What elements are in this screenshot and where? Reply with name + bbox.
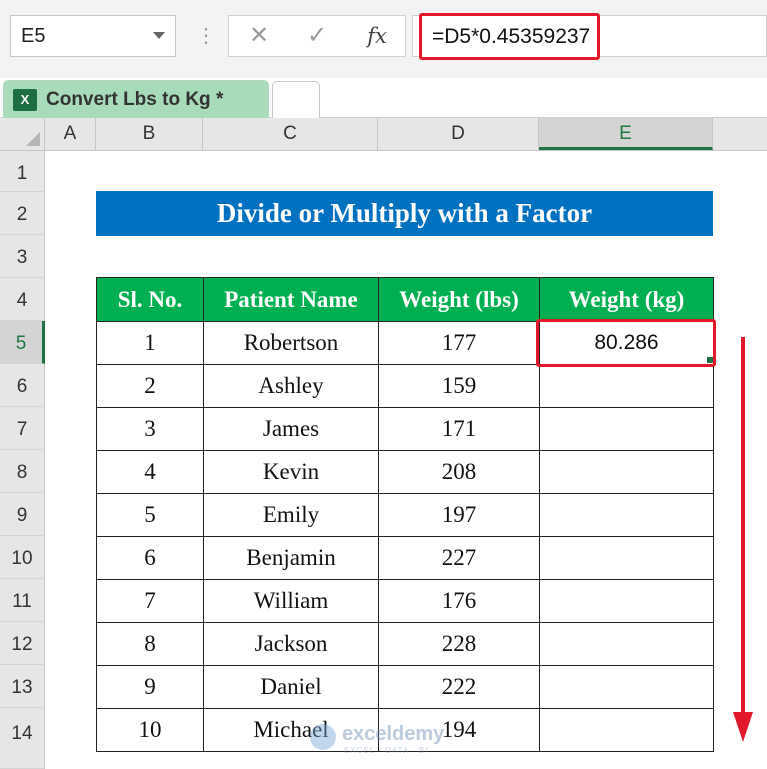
- cell-weight-kg[interactable]: [539, 536, 714, 580]
- cell-weight-lbs[interactable]: 208: [378, 450, 540, 494]
- table-row: 10 Michael 194: [96, 708, 714, 752]
- header-patient-name[interactable]: Patient Name: [203, 277, 379, 322]
- table-row: 6 Benjamin 227: [96, 536, 714, 580]
- cell-weight-kg[interactable]: [539, 364, 714, 408]
- cell-weight-kg[interactable]: [539, 622, 714, 666]
- row-header-14[interactable]: 14: [0, 708, 45, 769]
- tab-active-workbook[interactable]: X Convert Lbs to Kg *: [3, 80, 269, 118]
- row-header-2[interactable]: 2: [0, 192, 45, 235]
- column-header-c[interactable]: C: [203, 118, 378, 150]
- chevron-down-icon[interactable]: [153, 32, 165, 39]
- table-header-row: Sl. No. Patient Name Weight (lbs) Weight…: [96, 277, 714, 322]
- row-header-5[interactable]: 5: [0, 321, 45, 364]
- row-header-8[interactable]: 8: [0, 450, 45, 493]
- cell-weight-lbs[interactable]: 159: [378, 364, 540, 408]
- cell-weight-lbs[interactable]: 176: [378, 579, 540, 623]
- cell-patient-name[interactable]: James: [203, 407, 379, 451]
- column-header-b[interactable]: B: [96, 118, 203, 150]
- select-all-icon: [26, 132, 40, 146]
- name-box[interactable]: E5: [10, 15, 176, 57]
- table-row: 2 Ashley 159: [96, 364, 714, 408]
- cell-weight-kg[interactable]: [539, 407, 714, 451]
- cell-weight-lbs[interactable]: 228: [378, 622, 540, 666]
- new-tab-button[interactable]: [272, 81, 320, 118]
- table-row: 7 William 176: [96, 579, 714, 623]
- cell-patient-name[interactable]: Michael: [203, 708, 379, 752]
- row-header-7[interactable]: 7: [0, 407, 45, 450]
- column-header-a[interactable]: A: [45, 118, 96, 150]
- cancel-icon[interactable]: ✕: [239, 16, 279, 56]
- cell-patient-name[interactable]: Ashley: [203, 364, 379, 408]
- cell-sl-no[interactable]: 7: [96, 579, 204, 623]
- drag-handle-icon[interactable]: ⋮: [196, 22, 216, 50]
- table-row: 3 James 171: [96, 407, 714, 451]
- row-header-6[interactable]: 6: [0, 364, 45, 407]
- cell-patient-name[interactable]: Benjamin: [203, 536, 379, 580]
- cell-weight-lbs[interactable]: 197: [378, 493, 540, 537]
- table-row: 9 Daniel 222: [96, 665, 714, 709]
- table-row: 4 Kevin 208: [96, 450, 714, 494]
- cell-sl-no[interactable]: 3: [96, 407, 204, 451]
- row-header-13[interactable]: 13: [0, 665, 45, 708]
- header-weight-kg[interactable]: Weight (kg): [539, 277, 714, 322]
- select-all-button[interactable]: [0, 118, 45, 150]
- header-weight-lbs[interactable]: Weight (lbs): [378, 277, 540, 322]
- cell-sl-no[interactable]: 1: [96, 321, 204, 365]
- cell-weight-kg[interactable]: [539, 708, 714, 752]
- table-row: 8 Jackson 228: [96, 622, 714, 666]
- cell-patient-name[interactable]: Jackson: [203, 622, 379, 666]
- tab-label: Convert Lbs to Kg *: [46, 89, 224, 110]
- cell-patient-name[interactable]: Robertson: [203, 321, 379, 365]
- cell-weight-kg[interactable]: [539, 450, 714, 494]
- cell-weight-lbs[interactable]: 194: [378, 708, 540, 752]
- arrow-down-icon: [733, 712, 753, 742]
- enter-icon[interactable]: ✓: [297, 16, 337, 56]
- cell-sl-no[interactable]: 6: [96, 536, 204, 580]
- excel-icon: X: [13, 89, 37, 111]
- row-header-12[interactable]: 12: [0, 622, 45, 665]
- tab-strip: X Convert Lbs to Kg *: [0, 78, 767, 118]
- row-header-3[interactable]: 3: [0, 235, 45, 278]
- cell-patient-name[interactable]: William: [203, 579, 379, 623]
- row-header-1[interactable]: 1: [0, 151, 45, 192]
- cell-weight-kg[interactable]: [539, 493, 714, 537]
- formula-bar: E5 ⋮ ✕ ✓ fx =D5*0.45359237: [0, 0, 767, 78]
- name-box-value: E5: [21, 25, 46, 47]
- cell-sl-no[interactable]: 8: [96, 622, 204, 666]
- cell-sl-no[interactable]: 2: [96, 364, 204, 408]
- cell-sl-no[interactable]: 9: [96, 665, 204, 709]
- column-headers: A B C D E: [0, 118, 767, 151]
- header-sl-no[interactable]: Sl. No.: [96, 277, 204, 322]
- column-header-d[interactable]: D: [378, 118, 539, 150]
- column-header-e[interactable]: E: [539, 118, 713, 150]
- cell-weight-lbs[interactable]: 227: [378, 536, 540, 580]
- row-header-11[interactable]: 11: [0, 579, 45, 622]
- sheet-title[interactable]: Divide or Multiply with a Factor: [96, 191, 713, 236]
- cell-patient-name[interactable]: Emily: [203, 493, 379, 537]
- cell-sl-no[interactable]: 5: [96, 493, 204, 537]
- insert-function-icon[interactable]: fx: [357, 16, 397, 56]
- formula-buttons: ✕ ✓ fx: [228, 15, 406, 57]
- cell-sl-no[interactable]: 10: [96, 708, 204, 752]
- cell-weight-kg[interactable]: [539, 665, 714, 709]
- row-header-4[interactable]: 4: [0, 278, 45, 321]
- cell-patient-name[interactable]: Kevin: [203, 450, 379, 494]
- row-header-10[interactable]: 10: [0, 536, 45, 579]
- selected-cell-highlight: [536, 319, 716, 367]
- cell-weight-lbs[interactable]: 177: [378, 321, 540, 365]
- cell-weight-kg[interactable]: [539, 579, 714, 623]
- row-header-9[interactable]: 9: [0, 493, 45, 536]
- fill-handle[interactable]: [707, 357, 713, 363]
- formula-text[interactable]: =D5*0.45359237: [419, 13, 600, 60]
- cell-patient-name[interactable]: Daniel: [203, 665, 379, 709]
- arrow-down-line: [741, 337, 745, 717]
- cell-weight-lbs[interactable]: 171: [378, 407, 540, 451]
- table-row: 5 Emily 197: [96, 493, 714, 537]
- cell-weight-lbs[interactable]: 222: [378, 665, 540, 709]
- cell-sl-no[interactable]: 4: [96, 450, 204, 494]
